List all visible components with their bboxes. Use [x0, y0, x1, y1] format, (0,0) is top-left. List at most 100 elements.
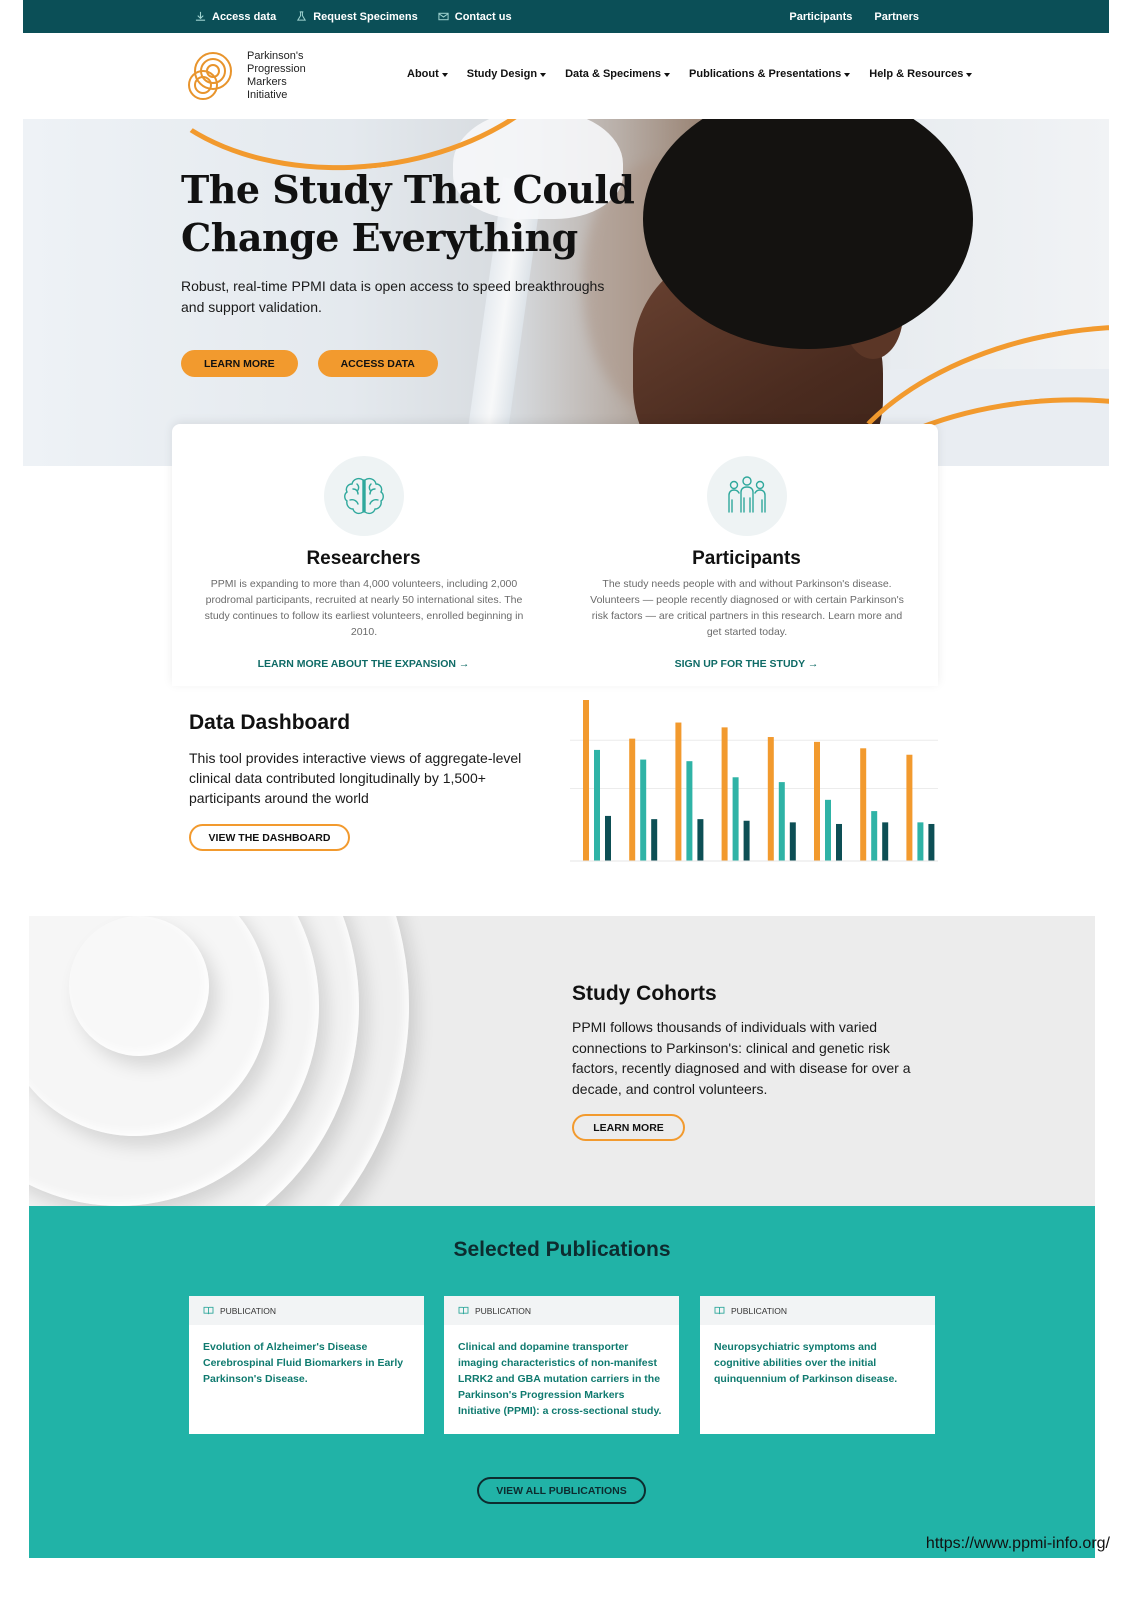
dashboard-title: Data Dashboard	[189, 711, 351, 734]
nav-help-resources-label: Help & Resources	[869, 68, 964, 80]
access-data-label: Access data	[212, 10, 277, 23]
chart-bar	[871, 811, 878, 861]
publication-tag: PUBLICATION	[731, 1305, 788, 1316]
chart-bar	[629, 738, 636, 861]
chart-bar	[594, 749, 600, 861]
contact-us-link[interactable]: Contact us	[438, 11, 512, 23]
chart-bar	[882, 822, 889, 861]
logo-text: Parkinson's Progression Markers Initiati…	[247, 50, 306, 101]
chart-bar	[721, 727, 728, 861]
researchers-panel: Researchers PPMI is expanding to more th…	[172, 424, 555, 686]
chart-bar	[836, 823, 842, 861]
hero-buttons: LEARN MORE ACCESS DATA	[181, 350, 641, 377]
learn-more-button[interactable]: LEARN MORE	[181, 350, 298, 377]
nav-data-specimens-label: Data & Specimens	[565, 68, 662, 80]
publications-title: Selected Publications	[453, 1238, 671, 1261]
publication-card-header: PUBLICATION	[700, 1296, 935, 1325]
nav-study-design[interactable]: Study Design	[466, 68, 547, 80]
main-nav: About Study Design Data & Specimens Publ…	[407, 68, 973, 80]
view-all-publications-button[interactable]: VIEW ALL PUBLICATIONS	[477, 1477, 646, 1504]
chart-bar	[675, 722, 682, 861]
learn-more-expansion-link[interactable]: LEARN MORE ABOUT THE EXPANSION →	[172, 658, 555, 670]
audience-card: Researchers PPMI is expanding to more th…	[172, 424, 938, 686]
publication-tag: PUBLICATION	[475, 1305, 532, 1316]
mail-icon	[438, 12, 449, 21]
site-logo[interactable]: Parkinson's Progression Markers Initiati…	[183, 49, 317, 103]
chart-bar	[814, 741, 820, 861]
researchers-title: Researchers	[306, 548, 421, 569]
view-dashboard-button[interactable]: VIEW THE DASHBOARD	[189, 824, 350, 851]
book-icon	[203, 1306, 214, 1315]
chart-bar	[860, 748, 867, 861]
page-url-caption: https://www.ppmi-info.org/	[925, 1535, 1110, 1552]
utility-links-left: Access data Request Specimens Contact us	[195, 0, 512, 33]
chart-bar	[743, 820, 750, 861]
chart-bar	[686, 761, 693, 861]
chart-bar	[906, 754, 913, 861]
ppmi-logo-icon	[188, 52, 232, 100]
people-group-icon	[728, 476, 766, 513]
site-header: Parkinson's Progression Markers Initiati…	[23, 33, 1109, 119]
chart-bar	[825, 799, 831, 861]
hero-content: The Study That Could Change Everything R…	[181, 166, 641, 377]
nav-publications[interactable]: Publications & Presentations	[689, 68, 851, 80]
researchers-text: PPMI is expanding to more than 4,000 vol…	[204, 578, 524, 638]
chart-bars	[583, 700, 935, 861]
cohorts-title: Study Cohorts	[572, 982, 717, 1005]
participants-panel: Participants The study needs people with…	[555, 424, 938, 686]
caret-down-icon	[540, 72, 547, 77]
publication-title-link[interactable]: Clinical and dopamine transporter imagin…	[444, 1325, 679, 1419]
participants-text: The study needs people with and without …	[590, 578, 904, 638]
publication-card[interactable]: PUBLICATION Evolution of Alzheimer's Dis…	[189, 1296, 424, 1434]
publications-section: Selected Publications PUBLICATION Evolut…	[29, 1206, 1095, 1558]
dashboard-text: This tool provides interactive views of …	[189, 750, 522, 806]
sign-up-study-link[interactable]: SIGN UP FOR THE STUDY →	[555, 658, 938, 670]
chart-bar	[732, 777, 739, 861]
nav-about[interactable]: About	[407, 68, 448, 80]
chart-bar	[640, 759, 647, 861]
chart-bar	[928, 823, 935, 861]
cohorts-text: PPMI follows thousands of individuals wi…	[572, 1019, 911, 1097]
chart-grid	[570, 739, 938, 790]
decorative-ring	[69, 916, 209, 1056]
request-specimens-label: Request Specimens	[313, 10, 418, 23]
publication-title-link[interactable]: Evolution of Alzheimer's Disease Cerebro…	[189, 1325, 424, 1387]
chart-bar	[605, 815, 611, 861]
chart-bar	[778, 782, 785, 861]
contact-us-label: Contact us	[454, 10, 512, 23]
study-cohorts-section: Study Cohorts PPMI follows thousands of …	[29, 916, 1095, 1206]
chart-bar	[651, 819, 658, 861]
publication-card[interactable]: PUBLICATION Neuropsychiatric symptoms an…	[700, 1296, 935, 1434]
publication-card-header: PUBLICATION	[189, 1296, 424, 1325]
nav-help-resources[interactable]: Help & Resources	[869, 68, 973, 80]
cohorts-learn-more-button[interactable]: LEARN MORE	[572, 1114, 685, 1141]
nav-publications-label: Publications & Presentations	[689, 68, 842, 80]
chart-bar	[697, 819, 704, 861]
caret-down-icon	[441, 72, 448, 77]
nav-study-design-label: Study Design	[466, 68, 538, 80]
request-specimens-link[interactable]: Request Specimens	[296, 11, 418, 23]
chart-bar	[789, 822, 796, 861]
participants-link[interactable]: Participants	[789, 11, 852, 23]
nav-data-specimens[interactable]: Data & Specimens	[565, 68, 671, 80]
download-icon	[195, 11, 206, 21]
caret-down-icon	[966, 72, 973, 77]
hero-subtitle: Robust, real-time PPMI data is open acce…	[181, 278, 605, 315]
hero-banner: The Study That Could Change Everything R…	[23, 119, 1109, 466]
flask-icon	[297, 11, 307, 21]
access-data-link[interactable]: Access data	[195, 11, 276, 23]
nav-about-label: About	[407, 68, 439, 80]
participants-title: Participants	[692, 548, 801, 569]
chart-bar	[767, 737, 774, 861]
partners-link[interactable]: Partners	[874, 11, 919, 23]
publication-title-link[interactable]: Neuropsychiatric symptoms and cognitive …	[700, 1325, 935, 1387]
book-icon	[458, 1306, 469, 1315]
chart-bar	[583, 700, 589, 861]
book-icon	[714, 1306, 725, 1315]
publication-card-header: PUBLICATION	[444, 1296, 679, 1325]
caret-down-icon	[844, 72, 851, 77]
publication-card[interactable]: PUBLICATION Clinical and dopamine transp…	[444, 1296, 679, 1434]
utility-bar: Access data Request Specimens Contact us…	[23, 0, 1109, 33]
dashboard-bar-chart	[570, 700, 938, 862]
access-data-button[interactable]: ACCESS DATA	[317, 350, 438, 377]
